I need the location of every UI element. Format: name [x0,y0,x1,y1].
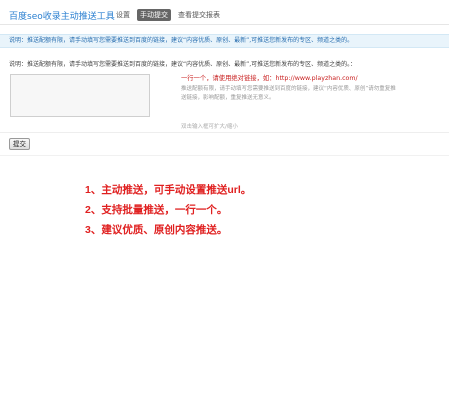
form-divider [0,132,449,133]
form-description: 说明：推送配额有限，请手动填写您需要推送到百度的链接，建议“内容优质、原创、最新… [9,61,357,68]
bottom-divider [0,155,449,156]
feature-item: 1、主动推送，可手动设置推送url。 [85,184,252,196]
feature-item: 3、建议优质、原创内容推送。 [85,224,228,236]
header: 百度seo收录主动推送工具 设置 手动提交 查看提交报表 [0,0,449,26]
nav-tabs: 设置 手动提交 查看提交报表 [113,8,223,21]
tab-submit-report[interactable]: 查看提交报表 [175,9,223,21]
hint-title: 一行一个，请使用绝对链接，如：http://www.playzhan.com/ [181,75,358,82]
feature-list: 1、主动推送，可手动设置推送url。 2、支持批量推送，一行一个。 3、建议优质… [85,180,251,240]
hint-text: 推送配额有限，请手动填写您需要推送到百度的链接，建议“内容优质、原创”请勿重复推… [181,86,396,101]
url-textarea[interactable] [10,74,150,117]
submit-button[interactable]: 提交 [9,138,30,150]
hint-block: 一行一个，请使用绝对链接，如：http://www.playzhan.com/ … [181,74,401,103]
tab-settings[interactable]: 设置 [113,9,133,21]
resize-hint: 双击输入框可扩大/缩小 [181,124,238,130]
tab-manual-submit[interactable]: 手动提交 [137,8,171,21]
header-divider [0,24,449,25]
info-bar: 说明：推送配额有限，请手动填写您需要推送到百度的链接，建议“内容优质、原创、最新… [0,34,449,48]
feature-item: 2、支持批量推送，一行一个。 [85,204,228,216]
app-title: 百度seo收录主动推送工具 [9,12,115,22]
